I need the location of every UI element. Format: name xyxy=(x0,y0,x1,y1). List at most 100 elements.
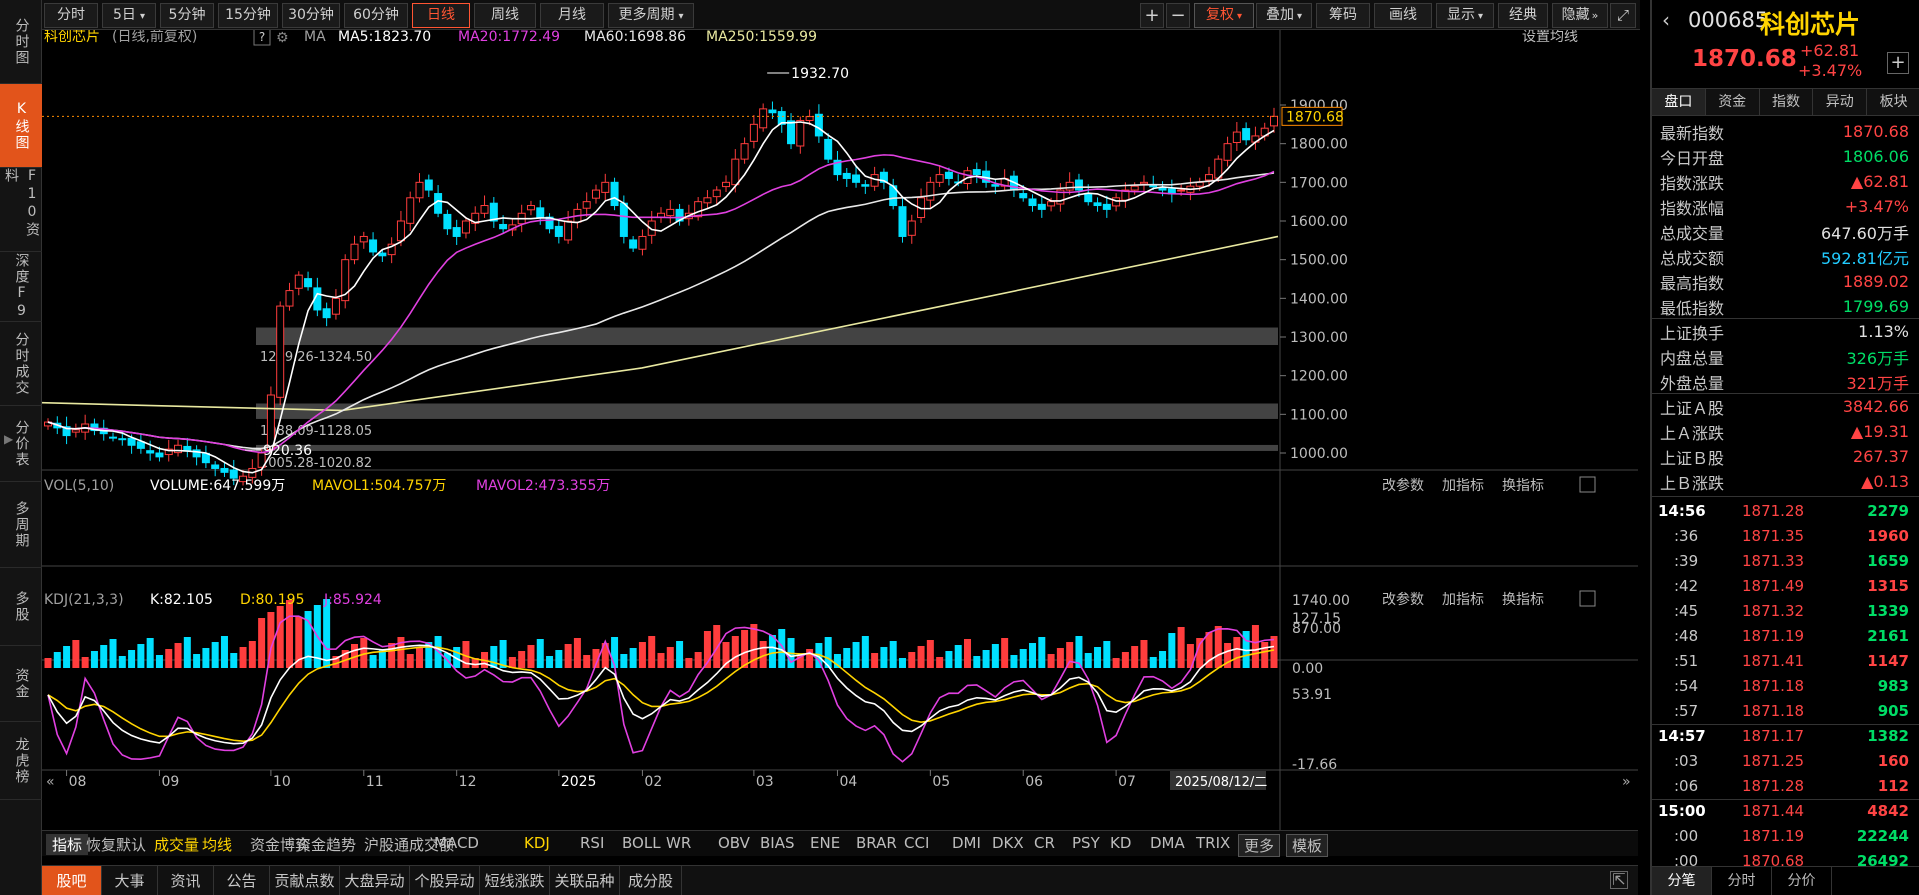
quote-tab-1[interactable]: 资金 xyxy=(1705,89,1760,115)
left-tab-4[interactable]: 分时成交 xyxy=(0,322,42,406)
period-button-0[interactable]: 分时 xyxy=(44,3,98,28)
stat-label: 今日开盘 xyxy=(1660,148,1725,168)
quote-tab-0[interactable]: 盘口 xyxy=(1652,89,1706,115)
period-button-4[interactable]: 30分钟 xyxy=(282,3,340,28)
period-button-8[interactable]: 月线 xyxy=(540,3,604,28)
quote-bottom-tab-0[interactable]: 分笔 xyxy=(1652,867,1712,895)
indicator-tab-21[interactable]: KD xyxy=(1110,834,1131,852)
expand-arrow-icon[interactable]: ▶ xyxy=(4,432,13,446)
candle-body xyxy=(1028,198,1037,207)
left-tab-7[interactable]: 多股 xyxy=(0,568,42,646)
bottom-tab-6[interactable]: 个股异动 xyxy=(410,866,480,895)
indicator-tab-15[interactable]: BRAR xyxy=(856,834,897,852)
left-tab-0[interactable]: 分时图 xyxy=(0,0,42,84)
candle-body xyxy=(536,207,545,218)
indicator-tab-22[interactable]: DMA xyxy=(1150,834,1185,852)
indicator-tab-12[interactable]: OBV xyxy=(718,834,750,852)
indicator-tab-11[interactable]: WR xyxy=(666,834,691,852)
period-button-9[interactable]: 更多周期 ▾ xyxy=(608,3,694,28)
indicator-tab-3[interactable]: 均线 xyxy=(202,834,232,855)
indicator-tab-9[interactable]: RSI xyxy=(580,834,604,852)
period-button-7[interactable]: 周线 xyxy=(474,3,536,28)
indicator-tab-1[interactable]: 恢复默认 xyxy=(86,834,146,855)
left-tab-1[interactable]: K线图 xyxy=(0,84,42,168)
toolbar-button-5[interactable]: 经典 xyxy=(1498,3,1548,28)
volume-bar xyxy=(1029,643,1037,668)
add-icon[interactable]: + xyxy=(1887,52,1909,74)
toolbar-button-6[interactable]: 隐藏» xyxy=(1552,3,1608,28)
zoom-in-button[interactable]: + xyxy=(1140,3,1164,28)
tick-row: :00 1871.19 22244 xyxy=(1652,824,1919,849)
quote-tab-3[interactable]: 异动 xyxy=(1813,89,1868,115)
indicator-tab-20[interactable]: PSY xyxy=(1072,834,1100,852)
collapse-icon[interactable]: ‹ xyxy=(1662,8,1670,32)
indicator-tab-2[interactable]: 成交量 xyxy=(154,834,199,855)
bottom-tab-2[interactable]: 资讯 xyxy=(158,866,214,895)
bottom-tab-5[interactable]: 大盘异动 xyxy=(340,866,410,895)
tick-row: :48 1871.19 2161 xyxy=(1652,624,1919,649)
toolbar-button-3[interactable]: 画线 xyxy=(1374,3,1432,28)
quote-bottom-tab-2[interactable]: 分价 xyxy=(1772,867,1832,895)
tick-time: :54 xyxy=(1674,677,1699,695)
indicator-tab-10[interactable]: BOLL xyxy=(622,834,661,852)
left-tab-label: 分时成交 xyxy=(13,331,30,396)
stat-label: 指数涨幅 xyxy=(1660,198,1725,218)
indicator-tab-13[interactable]: BIAS xyxy=(760,834,795,852)
indicator-tab-18[interactable]: DKX xyxy=(992,834,1024,852)
period-label: 5日 xyxy=(113,7,136,23)
left-tab-label: 多周期 xyxy=(13,500,30,549)
bottom-tab-1[interactable]: 大事 xyxy=(102,866,158,895)
tick-volume: 1382 xyxy=(1867,727,1909,745)
volume-bar xyxy=(1001,638,1009,668)
period-button-3[interactable]: 15分钟 xyxy=(218,3,278,28)
indicator-tab-24[interactable]: 更多 xyxy=(1238,834,1281,857)
bottom-tab-8[interactable]: 关联品种 xyxy=(550,866,620,895)
toolbar-button-2[interactable]: 筹码 xyxy=(1316,3,1370,28)
indicator-tab-5[interactable]: 资金趋势 xyxy=(296,834,356,855)
volume-bar xyxy=(564,644,572,668)
quote-bottom-tab-1[interactable]: 分时 xyxy=(1712,867,1772,895)
candle-body xyxy=(1093,202,1102,207)
chart-mode: (日线,前复权) xyxy=(112,30,197,45)
maximize-icon[interactable]: ⇱ xyxy=(1610,871,1628,889)
x-axis-label: 04 xyxy=(839,774,857,790)
left-tab-2[interactable]: F10资料 xyxy=(0,168,42,252)
toolbar-button-1[interactable]: 叠加 ▾ xyxy=(1256,3,1312,28)
bottom-tab-9[interactable]: 成分股 xyxy=(620,866,682,895)
left-tab-3[interactable]: 深度F9 xyxy=(0,252,42,322)
bottom-tab-3[interactable]: 公告 xyxy=(214,866,270,895)
toolbar-button-0[interactable]: 复权 ▾ xyxy=(1194,3,1254,28)
candle-body xyxy=(712,189,721,198)
left-tab-6[interactable]: 多周期 xyxy=(0,482,42,568)
period-button-2[interactable]: 5分钟 xyxy=(160,3,214,28)
indicator-tab-7[interactable]: MACD xyxy=(434,834,479,852)
period-button-5[interactable]: 60分钟 xyxy=(344,3,408,28)
indicator-tab-25[interactable]: 模板 xyxy=(1286,834,1329,857)
indicator-tab-16[interactable]: CCI xyxy=(904,834,929,852)
candle-body xyxy=(787,120,796,145)
indicator-tab-14[interactable]: ENE xyxy=(810,834,840,852)
quote-tab-2[interactable]: 指数 xyxy=(1759,89,1814,115)
indicator-tab-23[interactable]: TRIX xyxy=(1196,834,1230,852)
quote-tab-4[interactable]: 板块 xyxy=(1867,89,1919,115)
zoom-out-button[interactable]: − xyxy=(1166,3,1190,28)
stat-value: 3842.66 xyxy=(1842,397,1909,416)
indicator-tab-8[interactable]: KDJ xyxy=(524,834,550,852)
period-button-1[interactable]: 5日 ▾ xyxy=(102,3,156,28)
period-button-6[interactable]: 日线 xyxy=(412,3,470,28)
fullscreen-icon[interactable]: ⤢ xyxy=(1610,3,1636,28)
indicator-tab-0[interactable]: 指标 xyxy=(46,834,89,855)
bottom-tab-7[interactable]: 短线涨跌 xyxy=(480,866,550,895)
kline-chart-area[interactable]: 1900.00 1800.00 1700.00 1600.00 1500.00 1400.… xyxy=(41,27,1638,830)
bottom-tab-0[interactable]: 股吧 xyxy=(42,866,102,895)
left-tab-9[interactable]: 龙虎榜 xyxy=(0,722,42,800)
bottom-tab-4[interactable]: 贡献点数 xyxy=(270,866,340,895)
left-tab-8[interactable]: 资金 xyxy=(0,646,42,722)
indicator-tab-17[interactable]: DMI xyxy=(952,834,981,852)
indicator-tab-19[interactable]: CR xyxy=(1034,834,1055,852)
vol-action-0: 改参数 xyxy=(1382,477,1424,494)
chart-svg[interactable]: 1900.001800.001700.001600.001500.001400.… xyxy=(41,27,1638,830)
stat-label: 总成交额 xyxy=(1660,248,1725,268)
price-axis-label: 1200.00 xyxy=(1290,369,1348,385)
toolbar-button-4[interactable]: 显示 ▾ xyxy=(1436,3,1494,28)
